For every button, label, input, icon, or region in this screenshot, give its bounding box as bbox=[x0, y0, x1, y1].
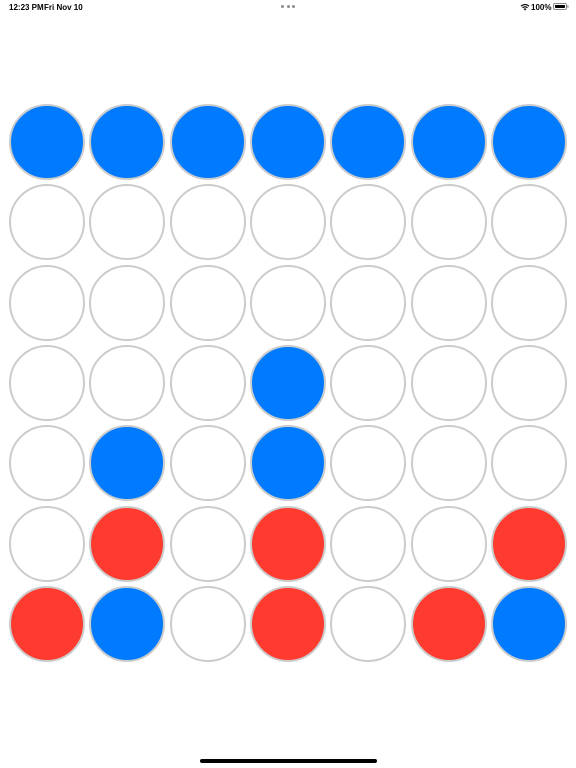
board-cell-r7-c7-blue[interactable] bbox=[490, 585, 567, 662]
board-cell-r2-c1-empty[interactable] bbox=[9, 184, 85, 261]
board-cell-r6-c2-red[interactable] bbox=[89, 505, 166, 582]
board-cell-r6-c4-red[interactable] bbox=[249, 505, 326, 582]
board-cell-r5-c1-empty[interactable] bbox=[9, 425, 85, 502]
board-cell-r4-c3-empty[interactable] bbox=[169, 344, 246, 421]
board-cell-r1-c1-blue[interactable] bbox=[9, 104, 85, 180]
board-cell-r1-c2-blue[interactable] bbox=[89, 104, 166, 180]
board-cell-r5-c5-empty[interactable] bbox=[330, 425, 407, 502]
home-indicator[interactable] bbox=[200, 759, 377, 763]
board-cell-r7-c4-red[interactable] bbox=[249, 585, 326, 662]
status-bar: 12:23 PM Fri Nov 10 100% bbox=[0, 0, 576, 14]
board-cell-r6-c5-empty[interactable] bbox=[330, 505, 407, 582]
board-cell-r2-c2-empty[interactable] bbox=[89, 184, 166, 261]
board-cell-r1-c6-blue[interactable] bbox=[410, 104, 487, 180]
board-cell-r3-c2-empty[interactable] bbox=[89, 264, 166, 341]
board-cell-r7-c1-red[interactable] bbox=[9, 585, 85, 662]
board-cell-r1-c4-blue[interactable] bbox=[249, 104, 326, 180]
board-cell-r7-c3-empty[interactable] bbox=[169, 585, 246, 662]
board-cell-r5-c6-empty[interactable] bbox=[410, 425, 487, 502]
board-cell-r2-c5-empty[interactable] bbox=[330, 184, 407, 261]
board-cell-r2-c6-empty[interactable] bbox=[410, 184, 487, 261]
board-cell-r6-c1-empty[interactable] bbox=[9, 505, 85, 582]
board-cell-r5-c4-blue[interactable] bbox=[249, 425, 326, 502]
board-cell-r4-c6-empty[interactable] bbox=[410, 344, 487, 421]
board-cell-r1-c3-blue[interactable] bbox=[169, 104, 246, 180]
board-cell-r4-c2-empty[interactable] bbox=[89, 344, 166, 421]
board-cell-r6-c3-empty[interactable] bbox=[169, 505, 246, 582]
battery-percentage: 100% bbox=[531, 3, 552, 12]
board-cell-r5-c7-empty[interactable] bbox=[490, 425, 567, 502]
board-cell-r3-c3-empty[interactable] bbox=[169, 264, 246, 341]
status-date: Fri Nov 10 bbox=[44, 3, 83, 12]
status-time: 12:23 PM bbox=[9, 3, 44, 12]
board-cell-r7-c6-red[interactable] bbox=[410, 585, 487, 662]
board-cell-r6-c7-red[interactable] bbox=[490, 505, 567, 582]
board-cell-r2-c4-empty[interactable] bbox=[249, 184, 326, 261]
board-cell-r3-c6-empty[interactable] bbox=[410, 264, 487, 341]
board-cell-r4-c4-blue[interactable] bbox=[249, 344, 326, 421]
wifi-icon bbox=[520, 4, 530, 11]
board-cell-r7-c5-empty[interactable] bbox=[330, 585, 407, 662]
board-cell-r5-c3-empty[interactable] bbox=[169, 425, 246, 502]
board-cell-r2-c7-empty[interactable] bbox=[490, 184, 567, 261]
multitasking-dots-icon[interactable] bbox=[281, 5, 295, 9]
board-cell-r1-c7-blue[interactable] bbox=[490, 104, 567, 180]
board-cell-r1-c5-blue[interactable] bbox=[330, 104, 407, 180]
board-cell-r3-c4-empty[interactable] bbox=[249, 264, 326, 341]
board-cell-r7-c2-blue[interactable] bbox=[89, 585, 166, 662]
board-cell-r4-c7-empty[interactable] bbox=[490, 344, 567, 421]
board-cell-r3-c1-empty[interactable] bbox=[9, 264, 85, 341]
battery-icon bbox=[553, 3, 569, 10]
board-cell-r4-c5-empty[interactable] bbox=[330, 344, 407, 421]
board-cell-r2-c3-empty[interactable] bbox=[169, 184, 246, 261]
board-cell-r6-c6-empty[interactable] bbox=[410, 505, 487, 582]
game-screen: 12:23 PM Fri Nov 10 100% bbox=[0, 0, 576, 768]
game-board bbox=[0, 104, 576, 666]
board-cell-r5-c2-blue[interactable] bbox=[89, 425, 166, 502]
board-cell-r3-c7-empty[interactable] bbox=[490, 264, 567, 341]
board-cell-r3-c5-empty[interactable] bbox=[330, 264, 407, 341]
board-cell-r4-c1-empty[interactable] bbox=[9, 344, 85, 421]
